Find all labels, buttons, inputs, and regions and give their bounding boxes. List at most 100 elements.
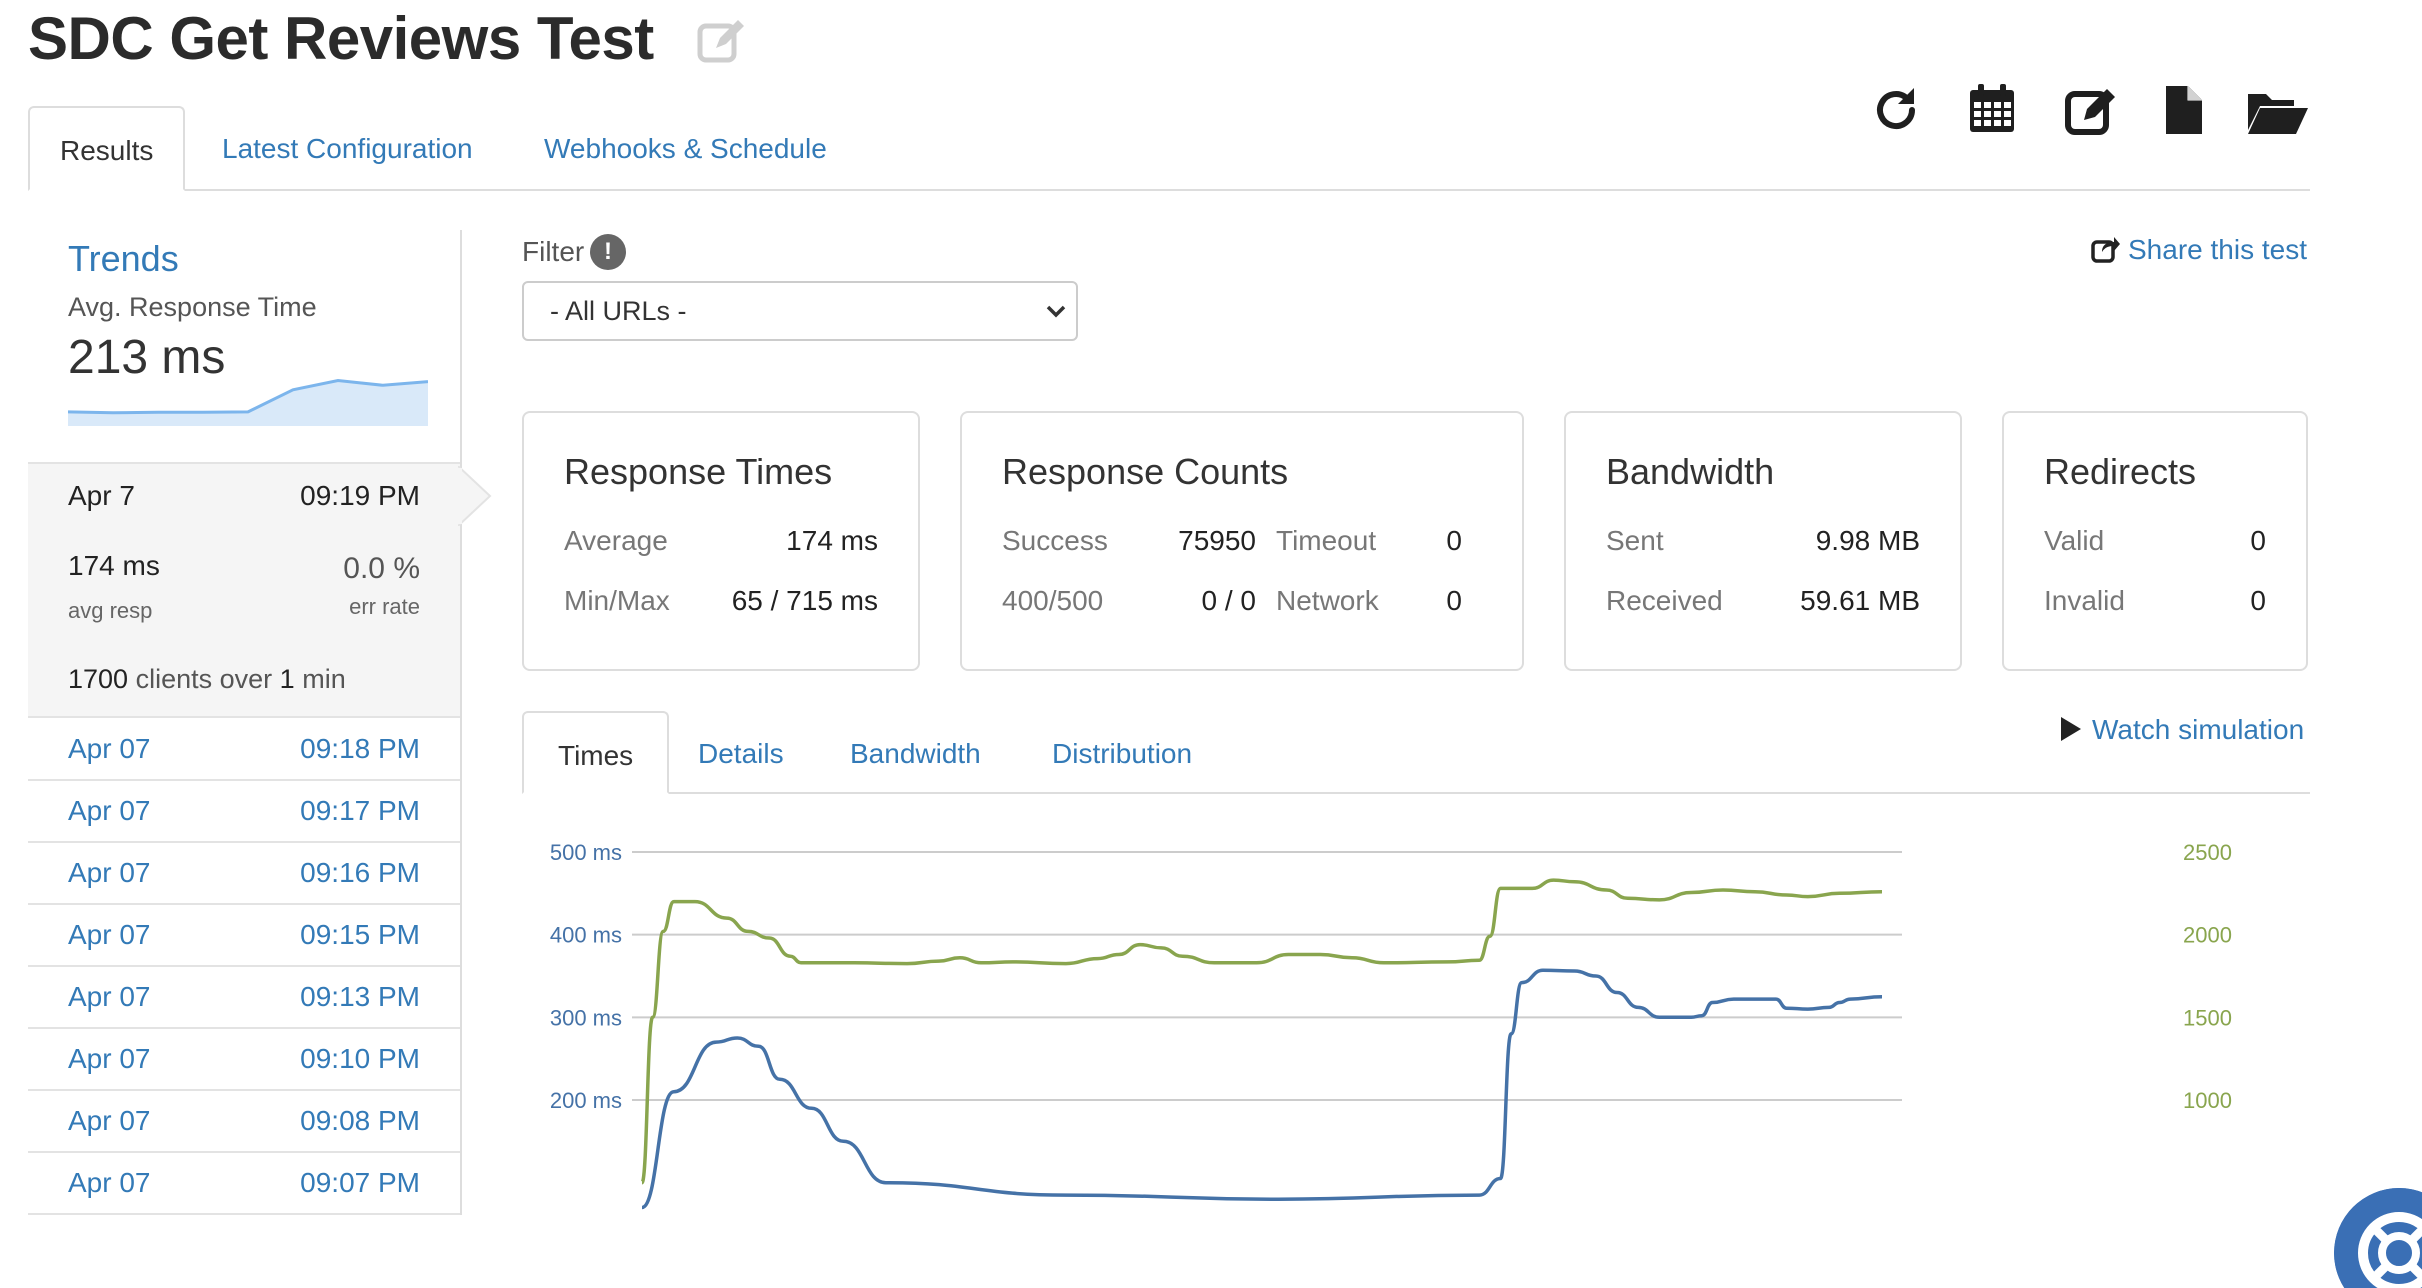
left-axis-tick-label: 400 ms <box>550 923 622 948</box>
card-title: Response Times <box>564 451 833 492</box>
run-date[interactable]: Apr 07 <box>68 1105 151 1137</box>
tab-details[interactable]: Details <box>664 711 818 794</box>
edit-title-icon[interactable] <box>694 14 748 68</box>
calendar-icon[interactable] <box>1964 82 2020 138</box>
edit-icon[interactable] <box>2064 82 2120 138</box>
run-time[interactable]: 09:15 PM <box>300 919 420 951</box>
current-run-clients: 1700 clients over 1 min <box>68 664 346 695</box>
copy-file-icon[interactable] <box>2156 82 2212 138</box>
run-row[interactable]: Apr 07 09:08 PM <box>28 1091 460 1153</box>
run-time[interactable]: 09:16 PM <box>300 857 420 889</box>
help-lifebuoy-button[interactable] <box>2334 1188 2422 1288</box>
tab-latest-configuration[interactable]: Latest Configuration <box>192 106 503 191</box>
share-test-link[interactable]: Share this test <box>2090 234 2307 266</box>
err-rate-label: err rate <box>349 594 420 619</box>
stat-value: 9.98 MB <box>1815 525 1920 556</box>
stat-label: Valid <box>2044 525 2105 556</box>
bandwidth-card: Bandwidth Sent 9.98 MB Received 59.61 MB <box>1564 411 1962 671</box>
share-icon <box>2091 237 2120 263</box>
response-time-chart: 500 ms 2500 400 ms 2000 300 ms 1500 200 ms 1000 <box>550 840 2232 1210</box>
run-row[interactable]: Apr 07 09:10 PM <box>28 1029 460 1091</box>
run-row[interactable]: Apr 07 09:07 PM <box>28 1153 460 1215</box>
run-date[interactable]: Apr 07 <box>68 1043 151 1075</box>
avg-resp-label: avg resp <box>68 598 153 623</box>
run-date[interactable]: Apr 07 <box>68 795 151 827</box>
current-run-date: Apr 7 <box>68 480 135 511</box>
tab-times[interactable]: Times <box>522 711 670 794</box>
response-times-card: Response Times Average 174 ms Min/Max 65… <box>522 411 920 671</box>
card-title: Response Counts <box>1002 451 1289 492</box>
url-filter-value: - All URLs - <box>550 296 687 326</box>
tab-bandwidth[interactable]: Bandwidth <box>816 711 1015 794</box>
play-icon <box>2061 717 2081 741</box>
run-row[interactable]: Apr 07 09:17 PM <box>28 781 460 843</box>
run-time[interactable]: 09:13 PM <box>300 981 420 1013</box>
stat-label: Sent <box>1606 525 1664 556</box>
chevron-down-icon <box>1046 305 1066 318</box>
stat-value: 59.61 MB <box>1800 585 1920 616</box>
run-date[interactable]: Apr 07 <box>68 1167 151 1199</box>
run-time[interactable]: 09:10 PM <box>300 1043 420 1075</box>
current-run-err-rate: 0.0 % <box>343 552 420 585</box>
clients-series-line <box>640 878 1883 1185</box>
left-axis-tick-label: 300 ms <box>550 1005 622 1030</box>
stat-label: Received <box>1606 585 1723 616</box>
stat-value: 0 <box>2250 585 2266 616</box>
share-test-label[interactable]: Share this test <box>2128 234 2307 265</box>
tab-distribution[interactable]: Distribution <box>1018 711 1226 794</box>
redirects-card: Redirects Valid 0 Invalid 0 <box>2002 411 2308 671</box>
filter-label: Filter <box>522 236 585 267</box>
run-date[interactable]: Apr 07 <box>68 733 151 765</box>
response-counts-card: Response Counts Success 75950 Timeout 0 … <box>960 411 1524 671</box>
card-title: Bandwidth <box>1606 451 1775 492</box>
stat-value: 0 <box>1446 525 1462 556</box>
current-run-avg-resp: 174 ms <box>68 550 160 581</box>
run-date[interactable]: Apr 07 <box>68 857 151 889</box>
tab-results[interactable]: Results <box>28 106 186 191</box>
trends-divider <box>460 230 462 1215</box>
stat-label: Average <box>564 525 668 556</box>
clients-count: 1700 <box>68 664 129 694</box>
refresh-icon[interactable] <box>1868 82 1924 138</box>
right-axis-tick-label: 1000 <box>2183 1088 2232 1113</box>
stat-value: 0 / 0 <box>1201 585 1256 616</box>
run-row[interactable]: Apr 07 09:15 PM <box>28 905 460 967</box>
page-title: SDC Get Reviews Test <box>28 5 654 72</box>
sparkline-area <box>68 380 428 426</box>
folder-open-icon[interactable] <box>2246 82 2310 138</box>
trends-title[interactable]: Trends <box>68 238 179 280</box>
trend-sparkline <box>68 378 428 426</box>
stat-label: Min/Max <box>564 585 670 616</box>
stat-label: Network <box>1276 585 1379 616</box>
duration-value: 1 <box>279 664 295 694</box>
run-date[interactable]: Apr 07 <box>68 981 151 1013</box>
current-run-time: 09:19 PM <box>300 480 420 511</box>
stat-value: 174 ms <box>786 525 878 556</box>
right-axis-tick-label: 1500 <box>2183 1005 2232 1030</box>
clients-over-text: clients over <box>135 664 273 694</box>
stat-value: 0 <box>2250 525 2266 556</box>
run-row[interactable]: Apr 07 09:13 PM <box>28 967 460 1029</box>
filter-info-icon[interactable]: ! <box>590 234 626 270</box>
right-axis-tick-label: 2500 <box>2183 840 2232 865</box>
stat-label: Timeout <box>1276 525 1377 556</box>
stat-label: Success <box>1002 525 1108 556</box>
run-row[interactable]: Apr 07 09:16 PM <box>28 843 460 905</box>
stat-value: 65 / 715 ms <box>731 585 878 616</box>
card-title: Redirects <box>2044 451 2197 492</box>
stat-value: 0 <box>1446 585 1462 616</box>
watch-simulation-label[interactable]: Watch simulation <box>2092 714 2304 745</box>
run-date[interactable]: Apr 07 <box>68 919 151 951</box>
run-time[interactable]: 09:07 PM <box>300 1167 420 1199</box>
avg-response-label: Avg. Response Time <box>68 292 317 322</box>
left-axis-tick-label: 200 ms <box>550 1088 622 1113</box>
run-row[interactable]: Apr 07 09:18 PM <box>28 719 460 781</box>
tab-webhooks-schedule[interactable]: Webhooks & Schedule <box>514 106 857 191</box>
left-axis-tick-label: 500 ms <box>550 840 622 865</box>
duration-unit: min <box>302 664 346 694</box>
watch-simulation-link[interactable]: Watch simulation <box>2060 714 2304 746</box>
run-time[interactable]: 09:08 PM <box>300 1105 420 1137</box>
run-time[interactable]: 09:17 PM <box>300 795 420 827</box>
run-time[interactable]: 09:18 PM <box>300 733 420 765</box>
url-filter-select[interactable]: - All URLs - <box>522 281 1078 341</box>
